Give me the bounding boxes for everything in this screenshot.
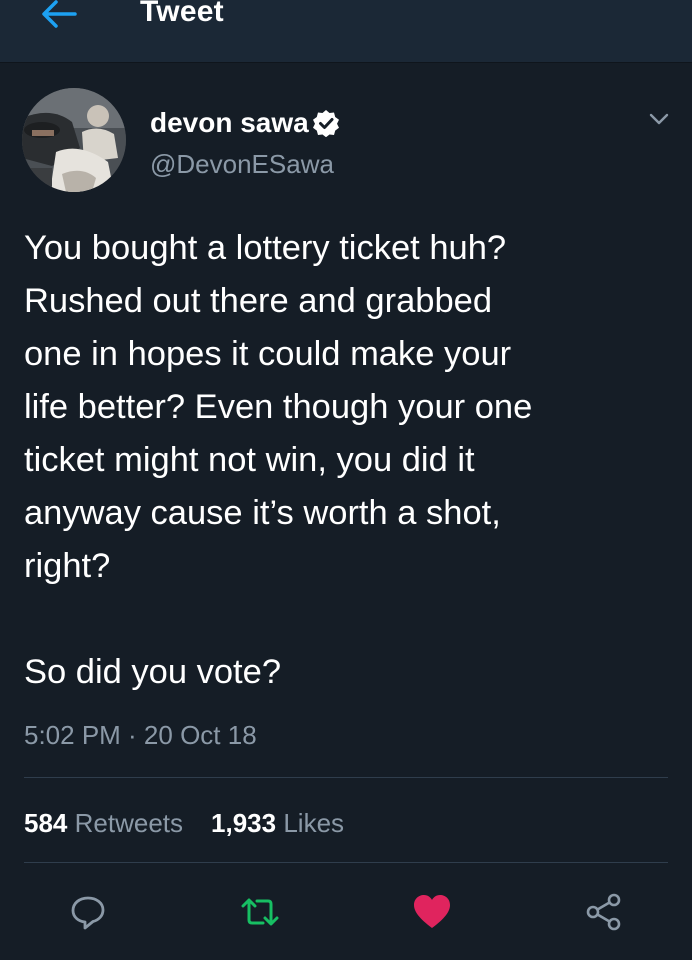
retweets-label: Retweets — [74, 808, 184, 838]
avatar-photo — [22, 88, 126, 192]
retweets-count: 584 — [24, 808, 68, 838]
likes-label: Likes — [283, 808, 345, 838]
divider — [24, 777, 668, 778]
tweet-page: Tweet devon sawa @DevonESawa You bought … — [0, 0, 692, 960]
arrow-left-icon — [42, 0, 77, 28]
back-button[interactable] — [36, 0, 82, 34]
reply-icon — [71, 896, 105, 930]
page-title: Tweet — [140, 0, 224, 28]
engagement-stats: 584 Retweets 1,933 Likes — [24, 806, 344, 840]
likes-stat[interactable]: 1,933 Likes — [211, 808, 344, 838]
likes-count: 1,933 — [211, 808, 277, 838]
divider — [24, 862, 668, 863]
share-button[interactable] — [582, 890, 626, 934]
heart-icon — [414, 895, 450, 928]
retweets-stat[interactable]: 584 Retweets — [24, 808, 183, 838]
chevron-down-icon[interactable] — [646, 106, 672, 132]
tweet-timestamp: 5:02 PM · 20 Oct 18 — [24, 720, 257, 750]
like-button[interactable] — [410, 890, 454, 934]
display-name[interactable]: devon sawa — [150, 106, 309, 140]
reply-button[interactable] — [66, 890, 110, 934]
avatar[interactable] — [22, 88, 126, 192]
top-bar: Tweet — [0, 0, 692, 63]
share-icon — [586, 893, 621, 931]
tweet-text: You bought a lottery ticket huh? Rushed … — [24, 229, 533, 691]
verified-badge-icon — [313, 110, 339, 137]
retweet-icon — [241, 898, 279, 926]
user-handle[interactable]: @DevonESawa — [150, 148, 334, 180]
retweet-button[interactable] — [238, 890, 282, 934]
